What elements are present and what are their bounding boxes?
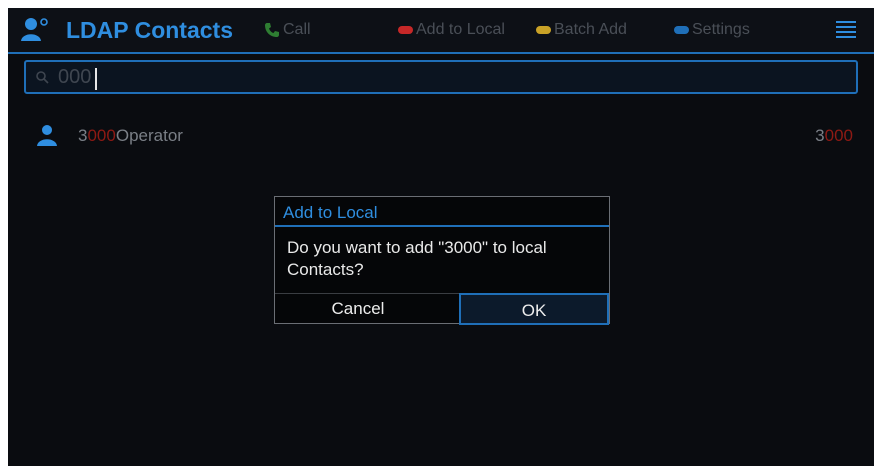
add-to-local-dialog: Add to Local Do you want to add "3000" t… (274, 196, 610, 325)
search-input[interactable]: 000 (24, 60, 858, 94)
phone-icon (265, 23, 279, 37)
dialog-title: Add to Local (283, 203, 378, 222)
page-title: LDAP Contacts (66, 17, 233, 43)
cancel-button[interactable]: Cancel (275, 295, 441, 323)
person-icon (37, 125, 57, 146)
search-icon (36, 71, 49, 84)
call-softkey[interactable]: Call (264, 21, 311, 39)
yellow-key-icon (536, 26, 551, 34)
phone-screen: LDAP Contacts Call Add to Local Batch Ad… (8, 8, 874, 466)
text-caret (95, 68, 97, 90)
ok-button[interactable]: OK (459, 293, 609, 325)
red-key-icon (398, 26, 413, 34)
batch-add-label: Batch Add (554, 21, 627, 38)
add-to-local-softkey[interactable]: Add to Local (398, 21, 505, 39)
blue-key-icon (674, 26, 689, 34)
contact-name: 3000Operator (78, 126, 183, 145)
contact-icon (21, 18, 48, 41)
search-match-highlight: 000 (87, 126, 116, 145)
settings-softkey[interactable]: Settings (674, 21, 750, 39)
dialog-message: Do you want to add "3000" to local Conta… (287, 238, 547, 279)
settings-label: Settings (692, 21, 750, 38)
search-value: 000 (58, 66, 92, 88)
add-to-local-label: Add to Local (416, 21, 505, 38)
contact-number: 3000 (815, 126, 853, 145)
dialog-title-bar: Add to Local (275, 197, 609, 227)
call-label: Call (283, 21, 311, 38)
title-bar: LDAP Contacts Call Add to Local Batch Ad… (8, 8, 874, 54)
menu-icon[interactable] (836, 21, 856, 38)
batch-add-softkey[interactable]: Batch Add (536, 21, 627, 39)
contact-row[interactable]: 3000Operator 3000 (8, 120, 874, 154)
search-match-highlight: 000 (824, 126, 853, 145)
